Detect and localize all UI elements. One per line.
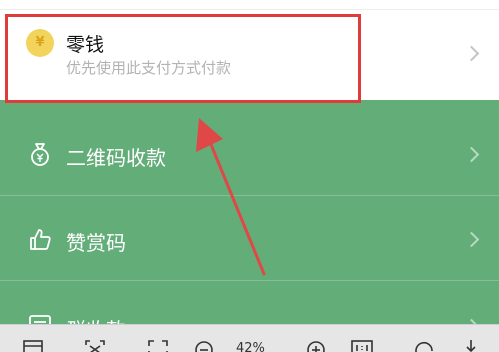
menu-item-label: 赞赏码	[66, 231, 126, 255]
zoom-level: 42%	[236, 341, 265, 352]
menu-item-reward-code[interactable]: 赞赏码	[0, 197, 499, 281]
actual-size-icon[interactable]	[351, 339, 373, 352]
rotate-icon[interactable]	[414, 339, 436, 352]
crop-icon[interactable]	[147, 339, 169, 352]
window-icon[interactable]	[22, 339, 44, 352]
chevron-right-icon	[463, 45, 480, 62]
highlight-box	[5, 14, 361, 103]
zoom-in-icon[interactable]	[305, 339, 327, 352]
zoom-out-icon[interactable]	[193, 339, 215, 352]
chevron-right-icon	[463, 146, 480, 163]
money-bag-icon	[31, 143, 49, 166]
chevron-right-icon	[463, 231, 480, 248]
menu-item-label: 二维码收款	[66, 146, 166, 170]
image-viewer-toolbar: 42%	[0, 324, 499, 352]
download-icon[interactable]	[460, 339, 482, 352]
top-divider-strip	[0, 0, 499, 10]
fit-icon[interactable]	[84, 339, 106, 352]
menu-item-qr-receive[interactable]: 二维码收款	[0, 112, 499, 196]
thumbs-up-icon	[30, 229, 51, 250]
